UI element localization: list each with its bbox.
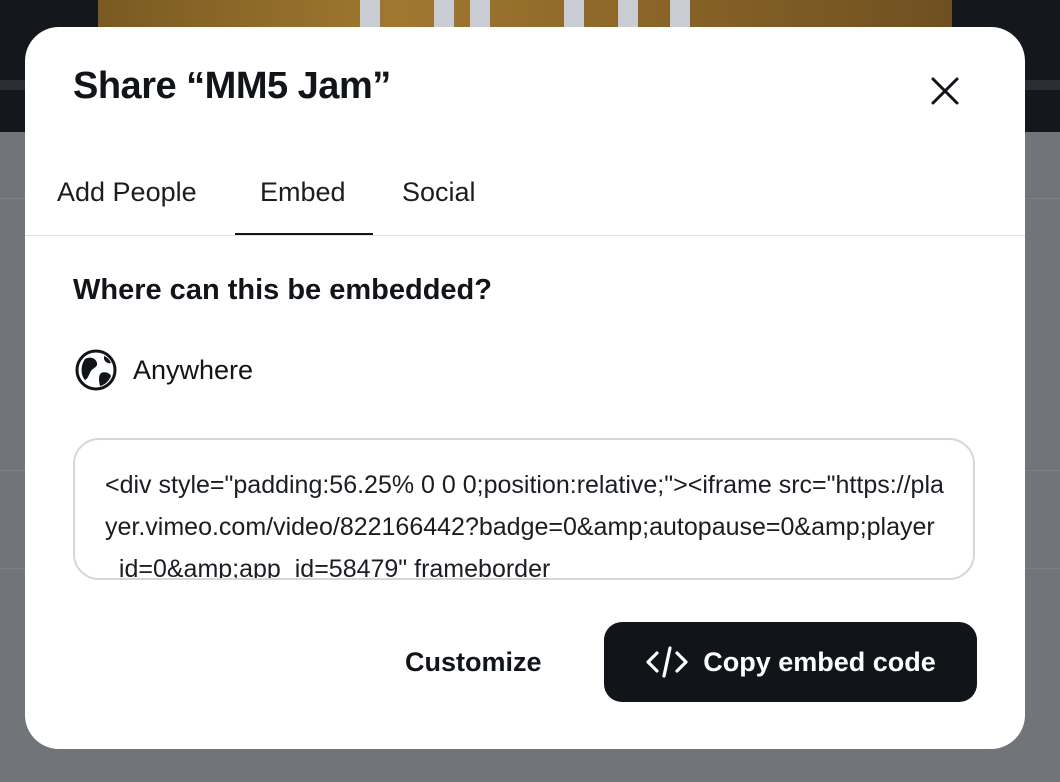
copy-embed-code-button[interactable]: Copy embed code (604, 622, 977, 702)
globe-icon (75, 349, 117, 391)
embed-code-field[interactable]: <div style="padding:56.25% 0 0 0;positio… (73, 438, 975, 580)
copy-embed-code-label: Copy embed code (703, 646, 936, 677)
thumbnail-bar (564, 0, 584, 30)
tab-add-people[interactable]: Add People (57, 177, 197, 208)
share-modal: Share “MM5 Jam” Add People Embed Social … (25, 27, 1025, 749)
tab-social[interactable]: Social (402, 177, 476, 208)
tabs-divider (25, 235, 1025, 236)
customize-button[interactable]: Customize (395, 624, 552, 700)
thumbnail-bar (618, 0, 638, 30)
background-video-thumbnail (98, 0, 952, 30)
thumbnail-bar (470, 0, 490, 30)
privacy-option-label: Anywhere (133, 354, 254, 385)
embed-code-text: <div style="padding:56.25% 0 0 0;positio… (105, 471, 944, 580)
thumbnail-bar (360, 0, 380, 30)
close-button[interactable] (921, 67, 969, 115)
close-icon (931, 77, 959, 105)
code-icon (645, 645, 689, 679)
modal-title: Share “MM5 Jam” (73, 65, 391, 107)
thumbnail-bar (670, 0, 690, 30)
embed-location-heading: Where can this be embedded? (73, 274, 492, 306)
embed-privacy-selector[interactable]: Anywhere (75, 349, 253, 391)
thumbnail-bar (434, 0, 454, 30)
tab-embed[interactable]: Embed (260, 177, 346, 208)
